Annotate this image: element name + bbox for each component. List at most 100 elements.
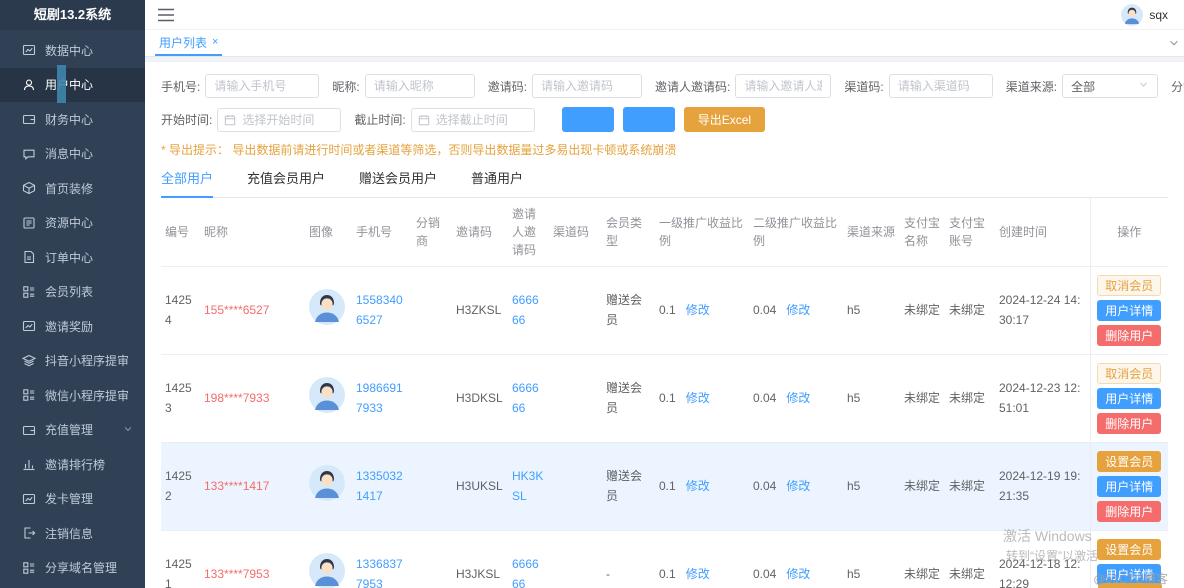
nickname-input[interactable]	[365, 74, 475, 98]
tab-bar: 用户列表 ×	[145, 30, 1184, 57]
user-detail-button[interactable]: 用户详情	[1097, 300, 1161, 321]
user-detail-button[interactable]: 用户详情	[1097, 388, 1161, 409]
invite-code-input[interactable]	[532, 74, 642, 98]
cell-phone[interactable]: 13350321417	[352, 443, 412, 531]
rate1-value: 0.1	[659, 479, 676, 493]
col-avatar: 图像	[305, 198, 352, 267]
channel-code-input[interactable]	[889, 74, 993, 98]
col-actions: 操作	[1090, 198, 1168, 267]
bar-chart-icon	[22, 457, 36, 471]
sidebar-item-order-center[interactable]: 订单中心	[0, 240, 145, 275]
reset-button[interactable]: 重置	[623, 107, 675, 132]
cell-phone[interactable]: 13368377953	[352, 531, 412, 588]
tab-dropdown-chevron-icon[interactable]	[1168, 30, 1180, 56]
modify-link[interactable]: 修改	[686, 391, 710, 405]
sidebar-item-home-decorate[interactable]: 首页装修	[0, 171, 145, 206]
sidebar-item-label: 数据中心	[45, 42, 93, 59]
sidebar-item-message-center[interactable]: 消息中心	[0, 137, 145, 172]
cell-inviter-code[interactable]: HK3KSL	[508, 443, 549, 531]
cell-channel-code	[549, 267, 602, 355]
sidebar-item-invite-reward[interactable]: 邀请奖励	[0, 309, 145, 344]
tab-gifted-members[interactable]: 赠送会员用户	[359, 168, 437, 197]
end-time-filter: 截止时间:	[354, 108, 534, 132]
modify-link[interactable]: 修改	[786, 567, 810, 581]
cell-id: 14254	[161, 267, 200, 355]
invite-code-filter-label: 邀请码:	[488, 78, 527, 95]
avatar	[1121, 4, 1143, 26]
modify-link[interactable]: 修改	[686, 303, 710, 317]
cell-id: 14252	[161, 443, 200, 531]
cell-inviter-code[interactable]: 666666	[508, 267, 549, 355]
sidebar-item-finance-center[interactable]: 财务中心	[0, 102, 145, 137]
cell-member-type: 赠送会员	[602, 443, 655, 531]
trend-chart-icon	[22, 43, 36, 57]
phone-input[interactable]	[205, 74, 319, 98]
cell-nickname: 198****7933	[200, 355, 305, 443]
tab-all-users[interactable]: 全部用户	[161, 168, 213, 198]
tab-normal-users[interactable]: 普通用户	[471, 168, 523, 197]
export-hint: * 导出提示： 导出数据前请进行时间或者渠道等筛选，否则导出数据量过多易出现卡顿…	[161, 141, 1168, 158]
cell-alipay-account: 未绑定	[945, 443, 995, 531]
inviter-code-filter-label: 邀请人邀请码:	[655, 78, 730, 95]
cell-alipay-account: 未绑定	[945, 267, 995, 355]
cell-channel-source: h5	[843, 531, 900, 588]
modify-link[interactable]: 修改	[786, 479, 810, 493]
cell-phone[interactable]: 15583406527	[352, 267, 412, 355]
cell-phone[interactable]: 19866917933	[352, 355, 412, 443]
sidebar-item-label: 资源中心	[45, 214, 93, 231]
sidebar-item-douyin-review[interactable]: 抖音小程序提审	[0, 344, 145, 379]
sidebar-item-data-center[interactable]: 数据中心	[0, 33, 145, 68]
modify-link[interactable]: 修改	[686, 567, 710, 581]
delete-user-button[interactable]: 删除用户	[1097, 325, 1161, 346]
sidebar-item-card-manage[interactable]: 发卡管理	[0, 482, 145, 517]
trend-chart-icon	[22, 319, 36, 333]
set-member-button[interactable]: 设置会员	[1097, 451, 1161, 472]
modify-link[interactable]: 修改	[786, 303, 810, 317]
cell-invite-code: H3ZKSL	[452, 267, 508, 355]
delete-user-button[interactable]: 删除用户	[1097, 413, 1161, 434]
sidebar-item-recharge-manage[interactable]: 充值管理	[0, 413, 145, 448]
export-excel-button[interactable]: 导出Excel	[684, 107, 765, 132]
close-icon[interactable]: ×	[212, 37, 218, 48]
box-3d-icon	[22, 181, 36, 195]
sidebar-item-member-list[interactable]: 会员列表	[0, 275, 145, 310]
col-channel-source: 渠道来源	[843, 198, 900, 267]
sidebar-scrollbar-thumb[interactable]	[57, 65, 66, 103]
cancel-member-button[interactable]: 取消会员	[1097, 275, 1161, 296]
document-list-icon	[22, 216, 36, 230]
distributor-filter-label: 分销商:	[1171, 78, 1184, 95]
set-member-button[interactable]: 设置会员	[1097, 539, 1161, 560]
cell-created-at: 2024-12-23 12:51:01	[995, 355, 1090, 443]
cell-member-type: 赠送会员	[602, 355, 655, 443]
cell-created-at: 2024-12-19 19:21:35	[995, 443, 1090, 531]
wallet-icon	[22, 112, 36, 126]
user-detail-button[interactable]: 用户详情	[1097, 476, 1161, 497]
modify-link[interactable]: 修改	[686, 479, 710, 493]
rate2-value: 0.04	[753, 391, 776, 405]
channel-source-select[interactable]: 全部	[1062, 74, 1158, 98]
nickname-filter-label: 昵称:	[332, 78, 359, 95]
sidebar-item-resource-center[interactable]: 资源中心	[0, 206, 145, 241]
inviter-code-input[interactable]	[735, 74, 831, 98]
cell-member-type: 赠送会员	[602, 267, 655, 355]
trend-chart-icon	[22, 492, 36, 506]
cell-inviter-code[interactable]: 666666	[508, 531, 549, 588]
sidebar-item-share-domain[interactable]: 分享域名管理	[0, 551, 145, 586]
start-time-filter: 开始时间:	[161, 108, 341, 132]
user-menu[interactable]: sqx	[1121, 4, 1168, 26]
modify-link[interactable]: 修改	[786, 391, 810, 405]
tab-recharge-members[interactable]: 充值会员用户	[247, 168, 325, 197]
sidebar-item-wechat-review[interactable]: 微信小程序提审	[0, 378, 145, 413]
sidebar-item-user-center[interactable]: 用户中心	[0, 68, 145, 103]
user-avatar	[309, 314, 345, 328]
sidebar-item-logout-info[interactable]: 注销信息	[0, 516, 145, 551]
user-table: 编号 昵称 图像 手机号 分销商 邀请码 邀请人邀请码 渠道码 会员类型 一级推…	[161, 198, 1168, 588]
cancel-member-button[interactable]: 取消会员	[1097, 363, 1161, 384]
channel-code-filter: 渠道码:	[844, 74, 992, 98]
delete-user-button[interactable]: 删除用户	[1097, 501, 1161, 522]
search-button[interactable]: 查询	[562, 107, 614, 132]
cell-inviter-code[interactable]: 666666	[508, 355, 549, 443]
sidebar-item-invite-ranking[interactable]: 邀请排行榜	[0, 447, 145, 482]
hamburger-menu-icon[interactable]	[157, 7, 175, 23]
tab-user-list[interactable]: 用户列表 ×	[155, 30, 222, 56]
